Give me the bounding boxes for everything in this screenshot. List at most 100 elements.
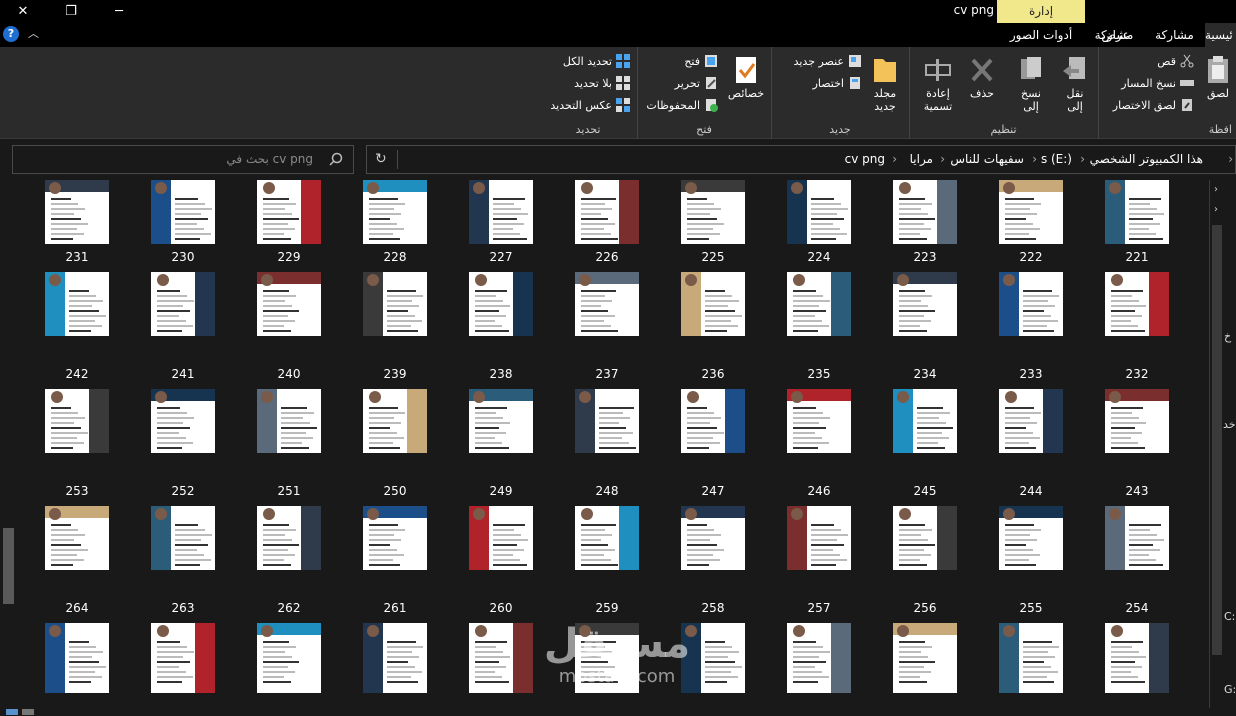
help-icon[interactable]: ? (3, 26, 19, 42)
file-name-label[interactable]: 243 (1105, 484, 1169, 498)
new-item-button[interactable]: عنصر جديد (794, 54, 862, 68)
file-thumbnail[interactable] (151, 389, 215, 453)
delete-button[interactable]: حذف (962, 55, 1002, 100)
paste-button[interactable]: لصق (1201, 55, 1235, 100)
file-thumbnail[interactable] (575, 506, 639, 570)
edit-button[interactable]: تحرير (675, 76, 718, 90)
crumb-current[interactable]: cv png (845, 152, 885, 166)
file-name-label[interactable]: 246 (787, 484, 851, 498)
file-thumbnail[interactable] (45, 506, 109, 570)
file-thumbnail[interactable] (575, 272, 639, 336)
file-name-label[interactable]: 237 (575, 367, 639, 381)
file-name-label[interactable]: 254 (1105, 601, 1169, 615)
file-thumbnail[interactable] (787, 389, 851, 453)
file-thumbnail[interactable] (257, 180, 321, 244)
file-name-label[interactable]: 236 (681, 367, 745, 381)
nav-item-partial[interactable]: خد (1223, 418, 1236, 431)
file-name-label[interactable]: 235 (787, 367, 851, 381)
file-thumbnail[interactable] (1105, 180, 1169, 244)
file-thumbnail[interactable] (893, 389, 957, 453)
file-name-label[interactable]: 262 (257, 601, 321, 615)
file-name-label[interactable]: 238 (469, 367, 533, 381)
file-name-label[interactable]: 260 (469, 601, 533, 615)
large-icons-view-icon[interactable] (22, 709, 34, 715)
file-thumbnail[interactable] (151, 180, 215, 244)
file-thumbnail[interactable] (787, 623, 851, 693)
crumb-folder[interactable]: سفيهات للناس (950, 152, 1024, 166)
file-thumbnail[interactable] (681, 389, 745, 453)
file-name-label[interactable]: 255 (999, 601, 1063, 615)
file-name-label[interactable]: 253 (45, 484, 109, 498)
file-name-label[interactable]: 230 (151, 250, 215, 264)
file-thumbnail[interactable] (363, 272, 427, 336)
open-button[interactable]: فتح (684, 54, 718, 68)
file-name-label[interactable]: 259 (575, 601, 639, 615)
rename-button[interactable]: إعادة تسمية (916, 55, 960, 113)
file-name-label[interactable]: 224 (787, 250, 851, 264)
file-name-label[interactable]: 252 (151, 484, 215, 498)
file-name-label[interactable]: 250 (363, 484, 427, 498)
file-name-label[interactable]: 257 (787, 601, 851, 615)
vertical-scrollbar[interactable] (0, 180, 17, 706)
properties-button[interactable]: خصائص (726, 55, 766, 100)
file-name-label[interactable]: 232 (1105, 367, 1169, 381)
file-thumbnail[interactable] (999, 389, 1063, 453)
file-thumbnail[interactable] (681, 180, 745, 244)
context-tab-manage[interactable]: إدارة (997, 0, 1085, 23)
file-thumbnail[interactable] (45, 272, 109, 336)
file-thumbnail[interactable] (575, 389, 639, 453)
file-thumbnail[interactable] (1105, 506, 1169, 570)
nav-item-partial[interactable]: C: (1224, 610, 1235, 623)
file-thumbnail[interactable] (151, 272, 215, 336)
file-thumbnail[interactable] (363, 180, 427, 244)
nav-scrollbar[interactable] (1212, 225, 1222, 655)
scrollbar-thumb[interactable] (3, 528, 14, 604)
file-name-label[interactable]: 244 (999, 484, 1063, 498)
address-bar[interactable]: ↻ هذا الكمبيوتر الشخصي ‹ s (E:) ‹ سفيهات… (366, 145, 1236, 174)
crumb-subfolder[interactable]: مرايا (910, 152, 933, 166)
file-thumbnail[interactable] (893, 623, 957, 693)
file-thumbnail[interactable] (999, 623, 1063, 693)
file-name-label[interactable]: 242 (45, 367, 109, 381)
file-name-label[interactable]: 264 (45, 601, 109, 615)
file-thumbnail[interactable] (363, 389, 427, 453)
file-thumbnail[interactable] (1105, 623, 1169, 693)
chevron-icon[interactable]: › (1214, 184, 1218, 195)
history-button[interactable]: المحفوظات (646, 98, 718, 112)
file-thumbnail[interactable] (151, 506, 215, 570)
tab-share-label[interactable]: مشاركة (1147, 23, 1202, 47)
tab-home[interactable]: ئيسية (1205, 23, 1236, 47)
file-name-label[interactable]: 261 (363, 601, 427, 615)
file-thumbnail[interactable] (999, 180, 1063, 244)
file-thumbnail[interactable] (1105, 389, 1169, 453)
invert-selection-button[interactable]: عكس التحديد (550, 98, 630, 112)
easy-access-button[interactable]: اختصار (813, 76, 862, 90)
file-thumbnail[interactable] (257, 389, 321, 453)
refresh-icon[interactable]: ↻ (375, 151, 387, 167)
file-thumbnail[interactable] (45, 180, 109, 244)
nav-item-partial[interactable]: G: (1224, 683, 1236, 696)
new-folder-button[interactable]: مجلد جديد (866, 55, 904, 113)
file-name-label[interactable]: 248 (575, 484, 639, 498)
tab-picture-tools[interactable]: أدوات الصور (997, 23, 1085, 47)
file-name-label[interactable]: 256 (893, 601, 957, 615)
file-thumbnail[interactable] (893, 272, 957, 336)
file-name-label[interactable]: 223 (893, 250, 957, 264)
file-thumbnail[interactable] (257, 623, 321, 693)
file-thumbnail[interactable] (999, 272, 1063, 336)
copy-path-button[interactable]: نسخ المسار (1121, 76, 1194, 90)
chevron-icon[interactable]: › (1214, 204, 1218, 215)
file-thumbnail[interactable] (787, 506, 851, 570)
file-thumbnail[interactable] (469, 272, 533, 336)
file-name-label[interactable]: 258 (681, 601, 745, 615)
move-to-button[interactable]: نقل إلى (1055, 55, 1095, 113)
crumb-this-pc[interactable]: هذا الكمبيوتر الشخصي (1090, 152, 1203, 166)
file-name-label[interactable]: 249 (469, 484, 533, 498)
file-thumbnail[interactable] (45, 389, 109, 453)
file-name-label[interactable]: 240 (257, 367, 321, 381)
file-name-label[interactable]: 247 (681, 484, 745, 498)
file-name-label[interactable]: 221 (1105, 250, 1169, 264)
file-name-label[interactable]: 263 (151, 601, 215, 615)
file-thumbnail[interactable] (1105, 272, 1169, 336)
file-name-label[interactable]: 245 (893, 484, 957, 498)
